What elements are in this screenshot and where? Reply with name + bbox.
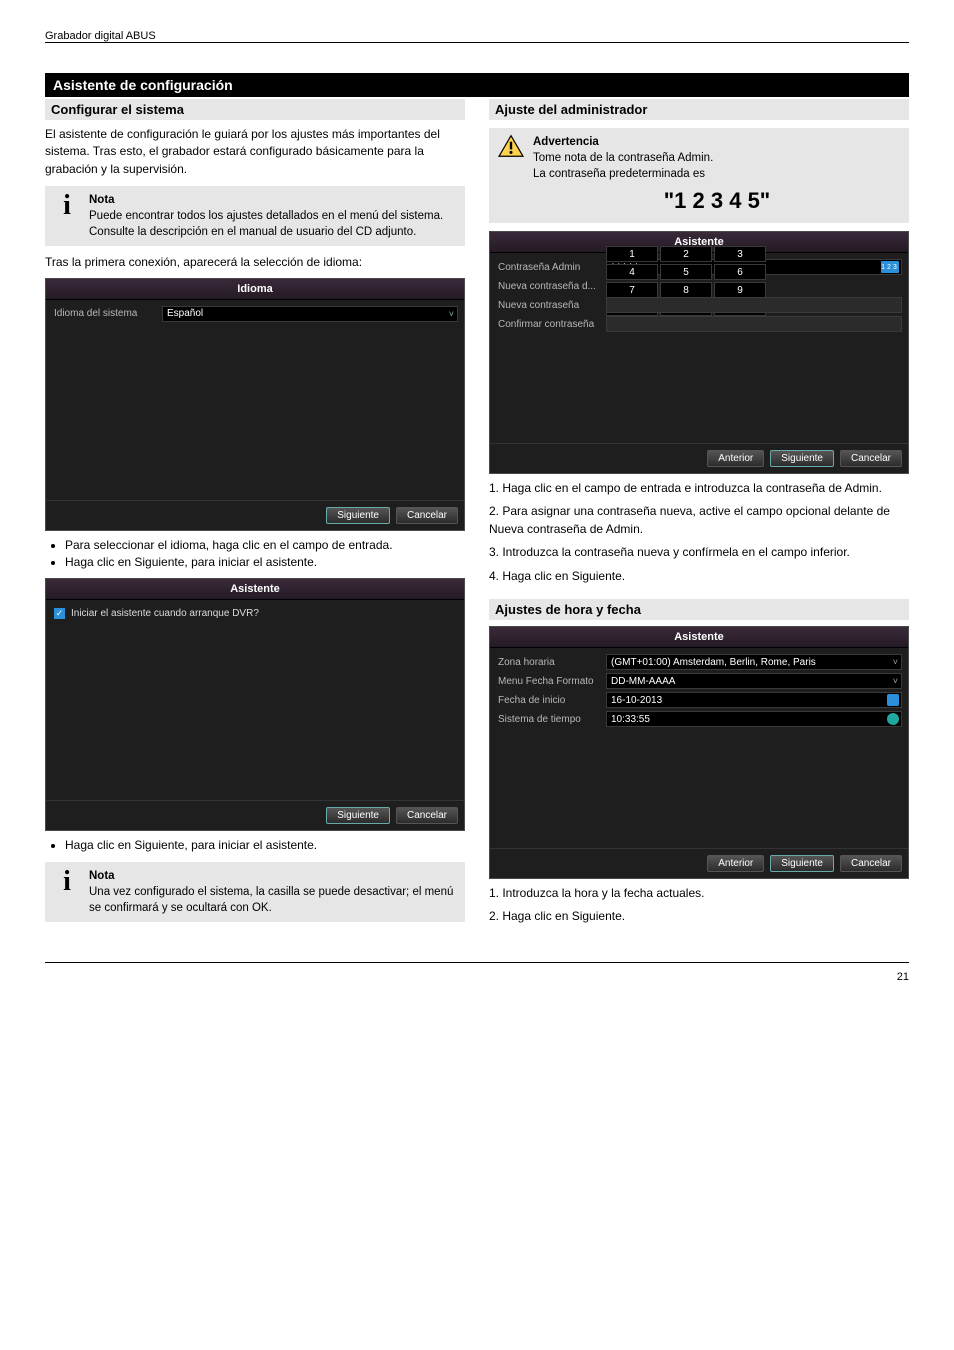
admin-step-2: 2. Para asignar una contraseña nueva, ac… [489, 503, 909, 538]
page-footer: 21 [45, 971, 909, 983]
key-3[interactable]: 3 [714, 246, 766, 262]
time-cancel-button[interactable]: Cancelar [840, 855, 902, 872]
chevron-down-icon: ˅ [893, 657, 898, 667]
key-4[interactable]: 4 [606, 264, 658, 280]
new-pw-field[interactable] [606, 297, 902, 313]
note-block-2: i Nota Una vez configurado el sistema, l… [45, 862, 465, 922]
warn-line1: Tome nota de la contraseña Admin. [533, 150, 901, 166]
systime-label: Sistema de tiempo [496, 714, 606, 725]
footer-right: 21 [897, 971, 909, 983]
idioma-next-button[interactable]: Siguiente [326, 507, 390, 524]
admin-step-1: 1. Haga clic en el campo de entrada e in… [489, 480, 909, 497]
dvr-window-idioma: Idioma Idioma del sistema Español ˅ Sigu… [45, 278, 465, 531]
startdate-value: 16-10-2013 [611, 695, 662, 706]
subhead-admin: Ajuste del administrador [489, 99, 909, 120]
time-next-button[interactable]: Siguiente [770, 855, 834, 872]
admin-prev-button[interactable]: Anterior [707, 450, 764, 467]
admin-step-3: 3. Introduzca la contraseña nueva y conf… [489, 544, 909, 561]
dvr-window-admin: Asistente Contraseña Admin ***** 123 Nue… [489, 231, 909, 474]
note2-line1: Una vez configurado el sistema, la casil… [89, 884, 457, 916]
note1-title: Nota [89, 192, 457, 208]
key-1[interactable]: 1 [606, 246, 658, 262]
dvr-time-title: Asistente [490, 627, 908, 648]
admin-step-4: 4. Haga clic en Siguiente. [489, 568, 909, 585]
idioma-label: Idioma del sistema [52, 308, 162, 319]
dvr-idioma-title: Idioma [46, 279, 464, 300]
admin-cancel-button[interactable]: Cancelar [840, 450, 902, 467]
confirm-pw-label: Confirmar contraseña [496, 319, 606, 330]
dvr-window-wizard-start: Asistente ✓ Iniciar el asistente cuando … [45, 578, 465, 831]
bullet-lang-2: Haga clic en Siguiente, para iniciar el … [65, 554, 465, 571]
key-5[interactable]: 5 [660, 264, 712, 280]
time-step-2: 2. Haga clic en Siguiente. [489, 908, 909, 925]
wizard-start-cancel-button[interactable]: Cancelar [396, 807, 458, 824]
start-wizard-checkbox[interactable]: ✓ [54, 608, 65, 619]
header-left: Grabador digital ABUS [45, 30, 156, 42]
note-block-1: i Nota Puede encontrar todos los ajustes… [45, 186, 465, 246]
time-step-1: 1. Introduzca la hora y la fecha actuale… [489, 885, 909, 902]
admin-pw-label: Contraseña Admin [496, 262, 606, 273]
confirm-pw-field[interactable] [606, 316, 902, 332]
subhead-config-system: Configurar el sistema [45, 99, 465, 120]
bullet-after-wizard: Haga clic en Siguiente, para iniciar el … [65, 837, 465, 854]
dvr-wizard-title: Asistente [46, 579, 464, 600]
key-8[interactable]: 8 [660, 282, 712, 298]
wizard-start-next-button[interactable]: Siguiente [326, 807, 390, 824]
footer-rule [45, 962, 909, 963]
systime-field[interactable]: 10:33:55 [606, 711, 902, 727]
chevron-down-icon: ˅ [893, 676, 898, 686]
tz-label: Zona horaria [496, 657, 606, 668]
start-wizard-label: Iniciar el asistente cuando arranque DVR… [71, 608, 259, 619]
calendar-icon[interactable] [887, 694, 899, 706]
datefmt-label: Menu Fecha Formato [496, 676, 606, 687]
new-pw-label: Nueva contraseña [496, 300, 606, 311]
tz-select[interactable]: (GMT+01:00) Amsterdam, Berlin, Rome, Par… [606, 654, 902, 670]
admin-next-button[interactable]: Siguiente [770, 450, 834, 467]
page-header: Grabador digital ABUS [45, 30, 909, 42]
key-7[interactable]: 7 [606, 282, 658, 298]
key-2[interactable]: 2 [660, 246, 712, 262]
new-pw-flag-label: Nueva contraseña d... [496, 281, 606, 292]
default-password: "1 2 3 4 5" [533, 186, 901, 217]
key-6[interactable]: 6 [714, 264, 766, 280]
intro-text: El asistente de configuración le guiará … [45, 126, 465, 178]
info-icon: i [53, 868, 81, 896]
warning-icon [497, 134, 525, 158]
datefmt-value: DD-MM-AAAA [611, 676, 675, 687]
systime-value: 10:33:55 [611, 714, 650, 725]
idioma-value: Español [167, 308, 203, 319]
tz-value: (GMT+01:00) Amsterdam, Berlin, Rome, Par… [611, 657, 897, 668]
header-rule [45, 42, 909, 43]
clock-icon[interactable] [887, 713, 899, 725]
subhead-time: Ajustes de hora y fecha [489, 599, 909, 620]
bullet-lang-1: Para seleccionar el idioma, haga clic en… [65, 537, 465, 554]
time-prev-button[interactable]: Anterior [707, 855, 764, 872]
section-title: Asistente de configuración [45, 73, 909, 97]
after-note1: Tras la primera conexión, aparecerá la s… [45, 254, 465, 271]
dvr-window-time: Asistente Zona horaria (GMT+01:00) Amste… [489, 626, 909, 879]
chevron-down-icon: ˅ [449, 309, 454, 319]
warn-line2: La contraseña predeterminada es [533, 166, 901, 182]
idioma-cancel-button[interactable]: Cancelar [396, 507, 458, 524]
warn-title: Advertencia [533, 134, 901, 150]
startdate-label: Fecha de inicio [496, 695, 606, 706]
startdate-field[interactable]: 16-10-2013 [606, 692, 902, 708]
datefmt-select[interactable]: DD-MM-AAAA ˅ [606, 673, 902, 689]
warning-block: Advertencia Tome nota de la contraseña A… [489, 128, 909, 223]
idioma-select[interactable]: Español ˅ [162, 306, 458, 322]
key-9[interactable]: 9 [714, 282, 766, 298]
note1-line1: Puede encontrar todos los ajustes detall… [89, 208, 457, 240]
info-icon: i [53, 192, 81, 220]
note2-title: Nota [89, 868, 457, 884]
